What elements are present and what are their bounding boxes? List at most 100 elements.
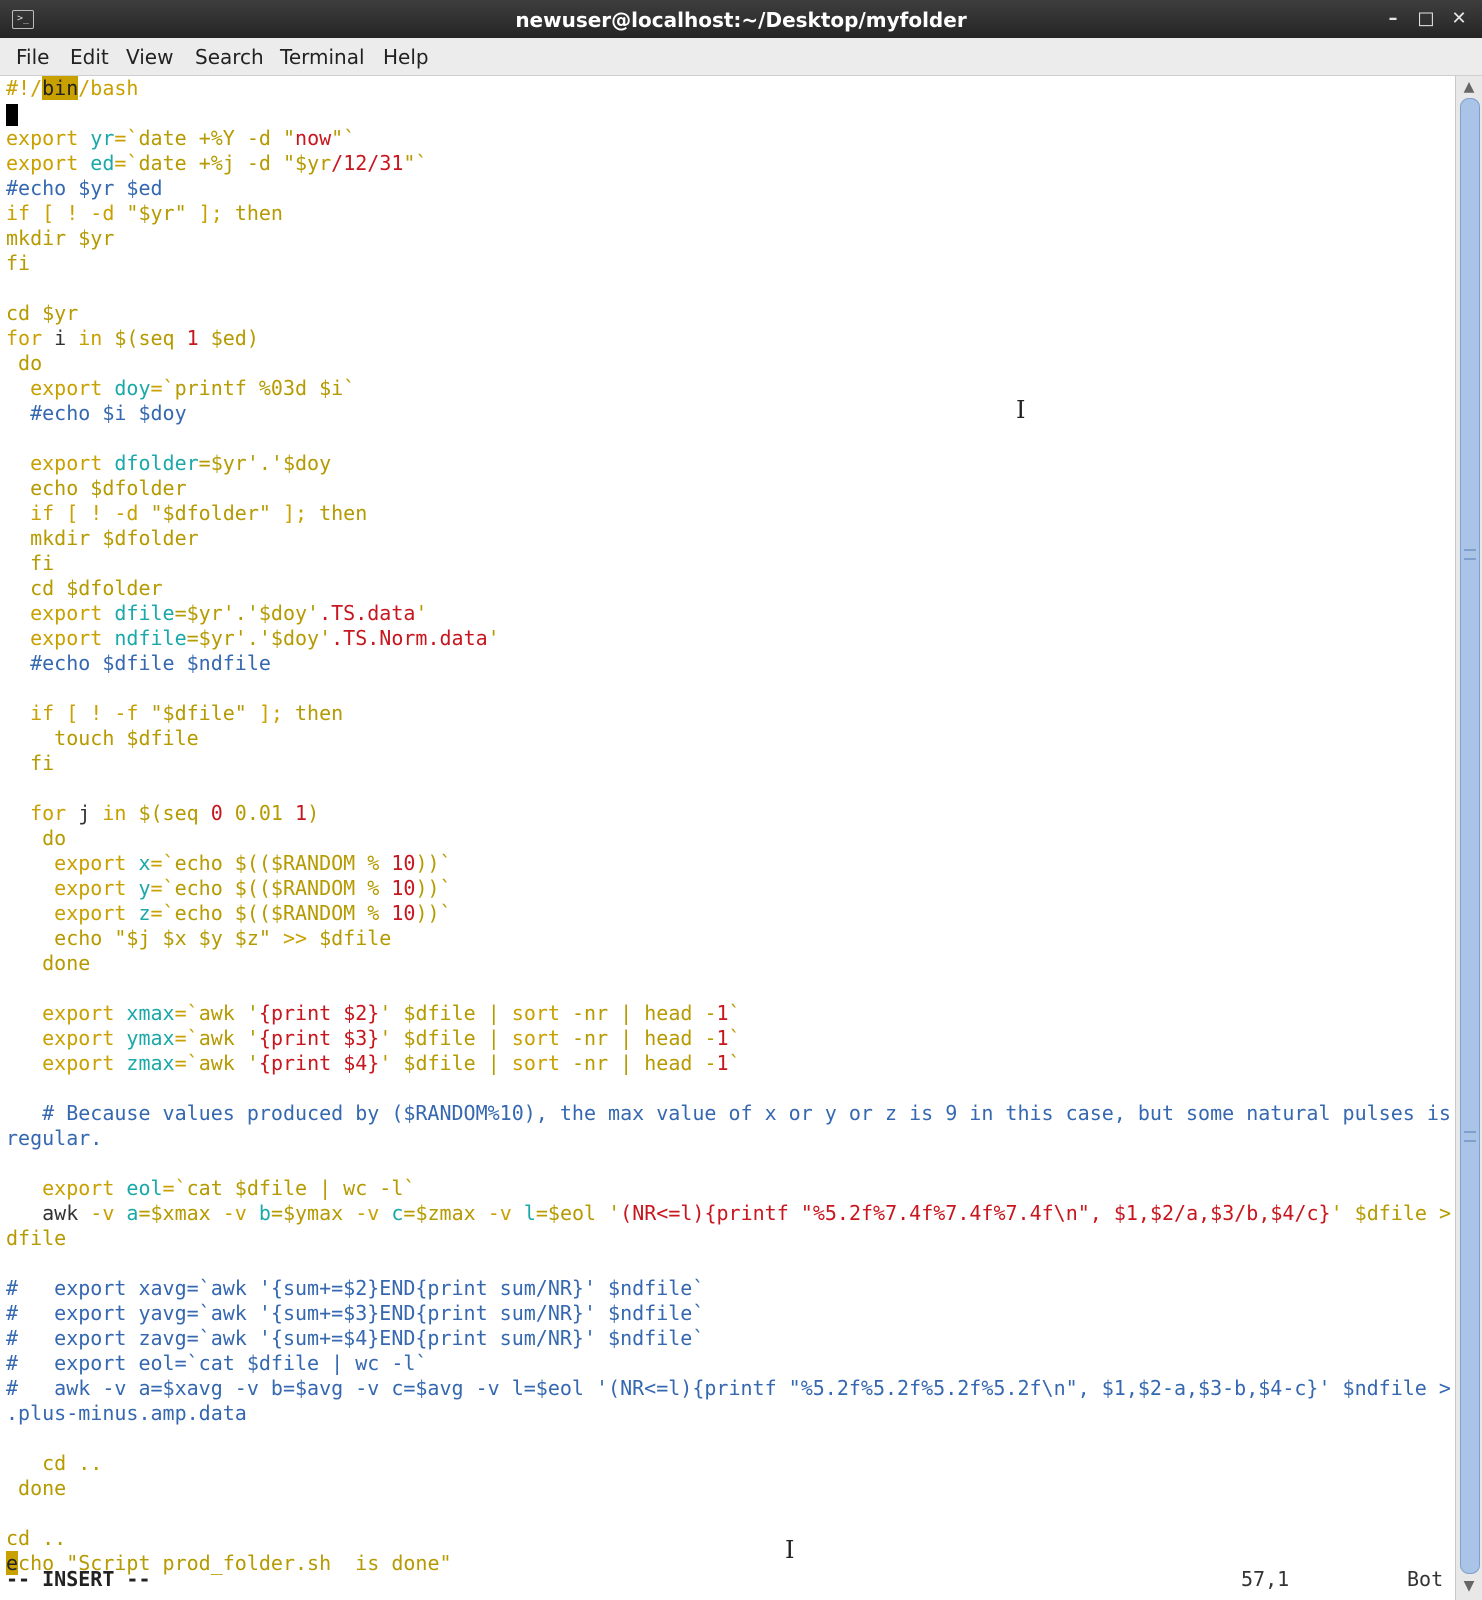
code-token: echo $(($RANDOM % — [174, 901, 392, 925]
scroll-up-icon[interactable]: ▲ — [1459, 77, 1479, 97]
code-line: # export eol=`cat $dfile | wc -l` — [6, 1351, 427, 1376]
code-token: 0 — [210, 801, 223, 825]
grip-icon — [1464, 549, 1476, 560]
code-token: =$zmax — [403, 1201, 476, 1225]
code-token: in — [66, 326, 115, 350]
code-token: export — [6, 126, 91, 150]
code-line: cd $yr — [6, 301, 78, 326]
code-token: zmax — [126, 1051, 175, 1075]
code-token: z — [138, 901, 151, 925]
code-token: # export eol=`cat $dfile | wc -l` — [6, 1351, 428, 1375]
code-token: cd $dfolder — [6, 576, 163, 600]
code-token: # export yavg=`awk '{sum+=$3}END{print s… — [6, 1301, 705, 1325]
code-token: export — [6, 601, 115, 625]
code-token: export — [6, 901, 139, 925]
code-token: 0.01 — [222, 801, 296, 825]
vim-status-line: -- INSERT -- 57,1 Bot — [0, 1565, 1456, 1593]
code-token: 1 — [186, 326, 199, 350]
window-title: newuser@localhost:~/Desktop/myfolder — [515, 8, 967, 32]
code-token: echo $dfolder — [6, 476, 187, 500]
code-token: ))` — [415, 851, 452, 875]
code-token: ' $dfile | — [379, 1051, 512, 1075]
code-token: cd — [6, 301, 43, 325]
code-token: fi — [6, 751, 55, 775]
vim-editor[interactable]: #!/bin/bash export yr=`date +%Y -d "now"`… — [0, 76, 1482, 1576]
code-token: c — [391, 1201, 404, 1225]
menu-terminal[interactable]: Terminal — [280, 45, 365, 69]
code-token: export — [6, 1051, 127, 1075]
code-line: export x=`echo $(($RANDOM % 10))` — [6, 851, 452, 876]
code-token: ymax — [126, 1026, 175, 1050]
code-token: for — [6, 801, 79, 825]
code-token: sort — [511, 1001, 560, 1025]
code-token: for — [6, 326, 55, 350]
code-token: date +%Y -d — [138, 126, 283, 150]
scrollbar-thumb[interactable] — [1460, 98, 1480, 1574]
code-line: awk -v a=$xmax -v b=$ymax -v c=$zmax -v … — [6, 1201, 1482, 1226]
code-token: -v — [78, 1201, 127, 1225]
code-line: regular. — [6, 1126, 102, 1151]
code-token: /12/31 — [331, 151, 404, 175]
code-token: export — [6, 1001, 127, 1025]
code-line: for i in $(seq 1 $ed) — [6, 326, 259, 351]
code-token: echo — [6, 926, 115, 950]
code-token: if [ ! -f — [6, 701, 151, 725]
scrollbar[interactable]: ▲ ▼ — [1455, 76, 1482, 1600]
code-token: dfile — [6, 1226, 67, 1250]
menu-help[interactable]: Help — [383, 45, 429, 69]
code-token: =` — [150, 876, 175, 900]
code-token: ) — [307, 801, 320, 825]
code-token: " — [282, 126, 296, 150]
code-token: $yr — [42, 301, 79, 325]
code-token: ))` — [415, 901, 452, 925]
code-token: ` — [728, 1026, 741, 1050]
menu-bar: File Edit View Search Terminal Help — [0, 38, 1482, 76]
code-token: -nr | head - — [559, 1001, 717, 1025]
title-bar[interactable]: >_ newuser@localhost:~/Desktop/myfolder … — [0, 0, 1482, 38]
code-line: dfile — [6, 1226, 66, 1251]
code-token: j — [78, 801, 91, 825]
code-token: then — [295, 701, 344, 725]
menu-view[interactable]: View — [126, 45, 173, 69]
menu-edit[interactable]: Edit — [70, 45, 109, 69]
minimize-icon[interactable]: – — [1380, 7, 1406, 31]
code-token: =$yr'.'$doy — [198, 451, 332, 475]
menu-search[interactable]: Search — [195, 45, 264, 69]
code-token: "$yr" — [126, 201, 187, 225]
maximize-icon[interactable]: □ — [1413, 7, 1439, 31]
code-token: $(seq — [138, 801, 211, 825]
code-line: #!/bin/bash — [6, 76, 138, 101]
vim-mode: -- INSERT -- — [6, 1567, 151, 1591]
code-token: sort — [511, 1051, 560, 1075]
code-token: fi — [6, 551, 55, 575]
menu-file[interactable]: File — [16, 45, 49, 69]
code-line: export y=`echo $(($RANDOM % 10))` — [6, 876, 451, 901]
code-token: 1 — [295, 801, 308, 825]
code-line: fi — [6, 551, 54, 576]
grip-icon — [1464, 1131, 1476, 1142]
code-line: fi — [6, 751, 54, 776]
code-token: export — [6, 151, 91, 175]
cursor-position: 57,1 — [1241, 1567, 1290, 1591]
code-line: echo $dfolder — [6, 476, 187, 501]
code-token: do — [6, 351, 43, 375]
code-token: 1 — [716, 1051, 729, 1075]
scroll-position: Bot — [1407, 1567, 1444, 1591]
code-token: export — [6, 851, 139, 875]
code-token: #echo $i $doy — [6, 401, 187, 425]
code-token: fi — [6, 251, 31, 275]
code-token: if [ ! -d — [6, 201, 127, 225]
code-token: $dfile — [319, 926, 392, 950]
code-token: done — [6, 951, 91, 975]
code-token: doy — [114, 376, 151, 400]
code-token: mkdir $dfolder — [6, 526, 199, 550]
scroll-down-icon[interactable]: ▼ — [1459, 1576, 1479, 1596]
code-token: ` — [343, 376, 356, 400]
code-token: =$yr'.'$doy' — [186, 626, 332, 650]
code-token: # awk -v a=$xavg -v b=$avg -v c=$avg -v … — [6, 1376, 1482, 1400]
code-line: #echo $i $doy — [6, 401, 187, 426]
close-icon[interactable]: ✕ — [1446, 7, 1472, 31]
code-token: xmax — [126, 1001, 175, 1025]
code-token: in — [90, 801, 139, 825]
code-line: if [ ! -d "$yr" ]; then — [6, 201, 283, 226]
